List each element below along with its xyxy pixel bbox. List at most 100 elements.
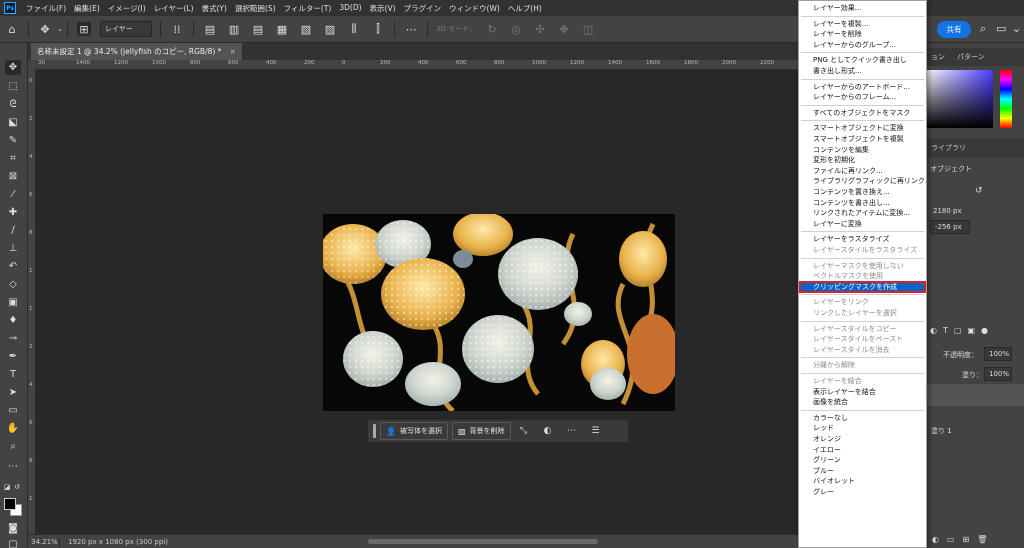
type-tool-icon[interactable]: T — [5, 367, 21, 382]
horizontal-scrollbar[interactable] — [368, 539, 598, 544]
quick-mask-icon[interactable]: ◙ — [5, 521, 21, 536]
eraser-tool-icon[interactable]: ◇ — [5, 277, 21, 292]
context-menu-item[interactable]: レイヤー効果... — [800, 3, 925, 13]
context-menu-item[interactable]: レッド — [800, 423, 925, 433]
context-menu-item[interactable]: イエロー — [800, 445, 925, 455]
remove-background-button[interactable]: ▨ 背景を削除 — [451, 422, 511, 440]
align-bottom-icon[interactable]: ▨ — [323, 22, 337, 36]
zoom-level[interactable]: 34.21% — [28, 537, 60, 546]
document-tab[interactable]: 名称未設定 1 @ 34.2% (jellyfish のコピー, RGB/8) … — [31, 43, 242, 60]
settings-icon[interactable]: ☰ — [587, 422, 605, 440]
align-middle-icon[interactable]: ▧ — [299, 22, 313, 36]
menu-item[interactable]: フィルター(T) — [280, 3, 336, 14]
screen-mode-icon[interactable]: ▢ — [5, 537, 21, 548]
menu-item[interactable]: レイヤー(L) — [150, 3, 198, 14]
menu-item[interactable]: 3D(D) — [335, 3, 365, 14]
horizontal-ruler[interactable]: 30 1400 1200 1000 800 600 400 200 0 200 400 600 800 1… — [36, 60, 798, 70]
layer-row[interactable]: 塗り 1 — [925, 420, 1024, 442]
dodge-tool-icon[interactable]: ⊸ — [5, 331, 21, 346]
new-layer-icon[interactable]: ⊞ — [963, 535, 970, 544]
type-filter-icon[interactable]: T — [943, 326, 948, 335]
context-menu-item[interactable]: コンテンツを書き出し... — [800, 198, 925, 208]
folder-icon[interactable]: ▭ — [947, 535, 955, 544]
blur-tool-icon[interactable]: ♦ — [5, 313, 21, 328]
object-selection-tool-icon[interactable]: ⬕ — [5, 115, 21, 130]
context-menu-item[interactable]: オレンジ — [800, 434, 925, 444]
context-menu-item[interactable]: レイヤーを削除 — [800, 29, 925, 39]
fx-icon[interactable]: ◐ — [932, 535, 939, 544]
marquee-tool-icon[interactable]: ⬚ — [5, 79, 21, 94]
tab-swatches[interactable]: ョン — [925, 52, 951, 62]
chevron-down-icon[interactable]: ⌄ — [1012, 22, 1021, 35]
filter-toggle-icon[interactable]: ● — [981, 326, 988, 335]
context-menu-item[interactable]: ファイルに再リンク... — [800, 166, 925, 176]
menu-item[interactable]: ファイル(F) — [22, 3, 70, 14]
3d-slide-icon[interactable]: ✥ — [557, 22, 571, 36]
shape-filter-icon[interactable]: ▢ — [954, 326, 962, 335]
move-tool-icon[interactable]: ✥ — [5, 60, 21, 75]
quick-selection-tool-icon[interactable]: ✎ — [5, 133, 21, 148]
more-options-icon[interactable]: ⋯ — [404, 22, 418, 36]
document-dimensions[interactable]: 1920 px x 1080 px (300 ppi) — [60, 538, 170, 546]
auto-select-icon[interactable]: ⊞ — [77, 22, 91, 36]
workspace-icon[interactable]: ▭ — [996, 22, 1006, 35]
width-value[interactable]: 2180 px — [933, 207, 962, 215]
align-center-icon[interactable]: ▥ — [227, 22, 241, 36]
history-brush-tool-icon[interactable]: ↶ — [5, 259, 21, 274]
ruler-origin[interactable] — [28, 60, 36, 70]
auto-select-target-select[interactable]: レイヤー — [100, 21, 152, 37]
healing-brush-tool-icon[interactable]: ✚ — [5, 205, 21, 220]
eyedropper-tool-icon[interactable]: ⁄ — [5, 187, 21, 202]
layer-row-selected[interactable] — [925, 384, 1024, 406]
default-colors-icon[interactable]: ◪ — [2, 479, 12, 494]
context-menu-item[interactable]: レイヤーからのグループ... — [800, 40, 925, 50]
context-menu-item[interactable]: すべてのオブジェクトをマスク — [800, 108, 925, 118]
zoom-tool-icon[interactable]: ⌕ — [5, 439, 21, 454]
context-menu-item[interactable]: レイヤーからのアートボード... — [800, 82, 925, 92]
move-tool-icon[interactable]: ✥ — [38, 22, 52, 36]
context-menu-item[interactable]: スマートオブジェクトに変換 — [800, 123, 925, 133]
3d-orbit-icon[interactable]: ↻ — [485, 22, 499, 36]
context-menu-item[interactable]: コンテンツを編集 — [800, 145, 925, 155]
context-menu-item[interactable]: 変形を初期化 — [800, 155, 925, 165]
context-menu-item[interactable]: リンクされたアイテムに変換... — [800, 208, 925, 218]
align-left-icon[interactable]: ▤ — [203, 22, 217, 36]
menu-item[interactable]: 編集(E) — [70, 3, 104, 14]
context-menu-item[interactable]: PNG としてクイック書き出し — [800, 55, 925, 65]
hue-slider[interactable] — [1000, 70, 1012, 128]
menu-item[interactable]: プラグイン — [400, 3, 446, 14]
3d-roll-icon[interactable]: ◎ — [509, 22, 523, 36]
distribute-icon[interactable]: ⫼ — [347, 22, 361, 36]
menu-item[interactable]: 選択範囲(S) — [231, 3, 280, 14]
y-position-input[interactable]: -256 px — [930, 220, 970, 234]
create-clipping-mask-menu-item[interactable]: クリッピングマスクを作成 — [799, 280, 926, 293]
context-menu-item[interactable]: 書き出し形式... — [800, 66, 925, 76]
smart-object-filter-icon[interactable]: ▣ — [967, 326, 975, 335]
context-menu-item[interactable]: レイヤーを複製... — [800, 19, 925, 29]
jellyfish-image[interactable] — [323, 214, 675, 411]
close-icon[interactable]: × — [229, 47, 235, 56]
drag-handle[interactable] — [373, 424, 376, 438]
context-menu-item[interactable]: 表示レイヤーを結合 — [800, 387, 925, 397]
distribute-spacing-icon[interactable]: ⫿ — [371, 22, 385, 36]
menu-item[interactable]: ウィンドウ(W) — [445, 3, 504, 14]
menu-item[interactable]: イメージ(I) — [104, 3, 150, 14]
transform-icon[interactable]: ⤡ — [515, 422, 533, 440]
context-menu-item[interactable]: ブルー — [800, 466, 925, 476]
menu-item[interactable]: ヘルプ(H) — [504, 3, 546, 14]
vertical-ruler[interactable]: 0 2 4 6 8 1 1 2 4 6 8 1 — [28, 70, 36, 534]
menu-item[interactable]: 書式(Y) — [198, 3, 231, 14]
trash-icon[interactable]: 🗑 — [977, 535, 987, 544]
pixel-filter-icon[interactable]: ◐ — [930, 326, 937, 335]
context-menu-item[interactable]: ライブラリグラフィックに再リンク... — [800, 176, 926, 186]
context-menu-item[interactable]: グリーン — [800, 455, 925, 465]
home-icon[interactable]: ⌂ — [5, 22, 19, 36]
align-right-icon[interactable]: ▤ — [251, 22, 265, 36]
fill-input[interactable]: 100% — [984, 367, 1012, 381]
context-menu-item[interactable]: 画像を統合 — [800, 397, 925, 407]
gradient-tool-icon[interactable]: ▣ — [5, 295, 21, 310]
pen-tool-icon[interactable]: ✒ — [5, 349, 21, 364]
color-spectrum[interactable] — [925, 70, 993, 128]
context-menu-item[interactable]: カラーなし — [800, 413, 925, 423]
hand-tool-icon[interactable]: ✋ — [5, 421, 21, 436]
